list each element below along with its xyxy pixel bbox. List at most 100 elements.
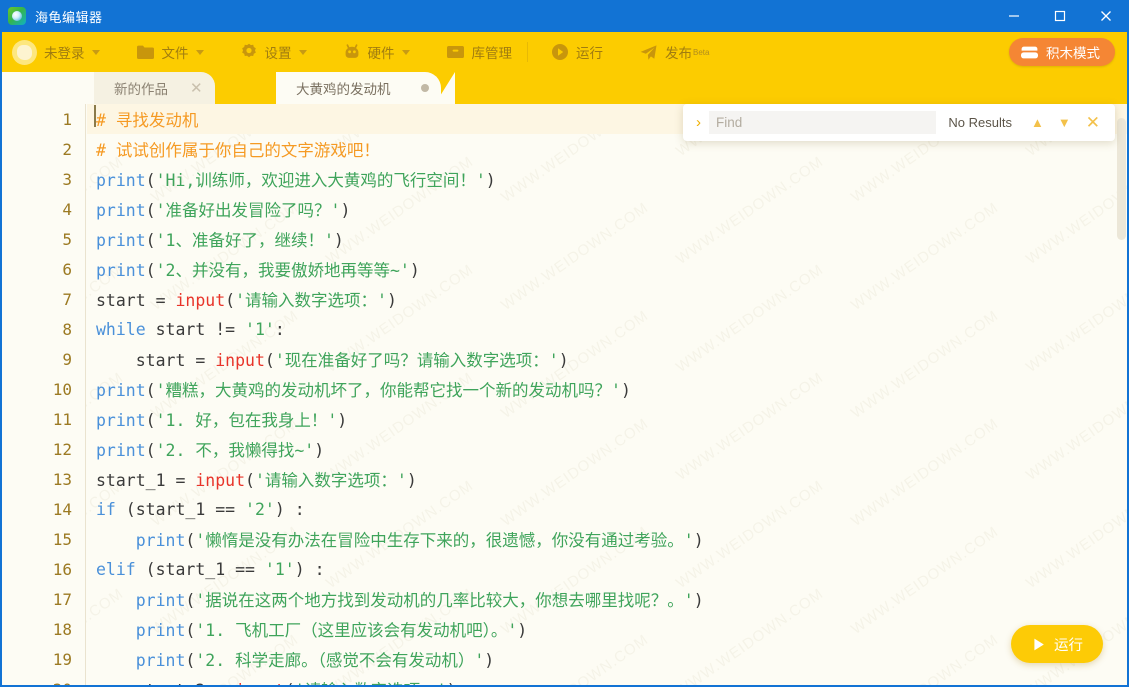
code-line[interactable]: 16 elif (start_1 == '1') :: [2, 554, 1127, 584]
code-line[interactable]: 13 start_1 = input('请输入数字选项：'): [2, 464, 1127, 494]
code-token: '现在准备好了吗？请输入数字选项：': [274, 351, 559, 370]
code-line[interactable]: 15 print('懒惰是没有办法在冒险中生存下来的，很遗憾，你没有通过考验。'…: [2, 524, 1127, 554]
arrow-up-icon[interactable]: ▲: [1024, 116, 1051, 129]
code-token: (: [145, 411, 156, 430]
scrollbar-thumb[interactable]: [1117, 118, 1126, 240]
code-text[interactable]: print('准备好出发冒险了吗？'): [86, 197, 350, 221]
code-token: '糟糕，大黄鸡的发动机坏了，你能帮它找一个新的发动机吗？': [155, 381, 621, 400]
code-token: ): [409, 261, 420, 280]
code-token: (: [145, 231, 156, 250]
code-text[interactable]: elif (start_1 == '1') :: [86, 560, 325, 579]
line-number: 1: [62, 109, 72, 129]
code-line[interactable]: 12 print('2. 不，我懒得找~'): [2, 434, 1127, 464]
arrow-down-icon[interactable]: ▼: [1051, 116, 1078, 129]
code-line[interactable]: 11 print('1. 好，包在我身上！'): [2, 404, 1127, 434]
code-text[interactable]: while start != '1':: [86, 320, 285, 339]
line-number: 19: [52, 649, 72, 669]
code-text[interactable]: # 寻找发动机: [86, 105, 198, 131]
code-token: '2': [245, 499, 275, 519]
code-line[interactable]: 3 print('Hi,训练师，欢迎进入大黄鸡的飞行空间！'): [2, 164, 1127, 194]
tab-label: 新的作品: [114, 82, 168, 97]
code-text[interactable]: start_1 = input('请输入数字选项：'): [86, 467, 417, 491]
code-line[interactable]: 20 start_2 = input('请输入数字选项：'): [2, 674, 1127, 686]
code-token: '2、并没有，我要傲娇地再等等~': [155, 261, 410, 280]
code-text[interactable]: start_2 = input('请输入数字选项：'): [86, 677, 457, 685]
code-token: (: [185, 531, 196, 550]
code-token: (: [285, 681, 295, 685]
code-text[interactable]: print('糟糕，大黄鸡的发动机坏了，你能帮它找一个新的发动机吗？'): [86, 377, 631, 401]
code-line[interactable]: 5 print('1、准备好了，继续！'): [2, 224, 1127, 254]
close-icon[interactable]: ✕: [190, 81, 203, 96]
code-line[interactable]: 19 print('2. 科学走廊。（感觉不会有发动机）'): [2, 644, 1127, 674]
code-token: 'Hi,训练师，欢迎进入大黄鸡的飞行空间！': [155, 171, 486, 190]
code-token: ): [485, 171, 496, 190]
close-icon[interactable]: ✕: [1078, 114, 1106, 131]
code-text[interactable]: print('Hi,训练师，欢迎进入大黄鸡的飞行空间！'): [86, 167, 496, 191]
account-menu[interactable]: 未登录: [2, 32, 111, 72]
code-text[interactable]: print('2. 科学走廊。（感觉不会有发动机）'): [86, 647, 494, 671]
code-text[interactable]: # 试试创作属于你自己的文字游戏吧！: [86, 137, 380, 161]
code-token: '1. 飞机工厂（这里应该会有发动机吧）。': [195, 621, 518, 640]
code-line[interactable]: 9 start = input('现在准备好了吗？请输入数字选项：'): [2, 344, 1127, 374]
code-token: ): [406, 471, 417, 490]
minimize-button[interactable]: [991, 0, 1037, 32]
code-token: (: [145, 171, 156, 190]
block-mode-button[interactable]: 积木模式: [1009, 38, 1115, 66]
code-line[interactable]: 10 print('糟糕，大黄鸡的发动机坏了，你能帮它找一个新的发动机吗？'): [2, 374, 1127, 404]
menu-publish[interactable]: 发布 Beta: [628, 32, 720, 72]
code-text[interactable]: start = input('请输入数字选项：'): [86, 287, 397, 311]
code-line[interactable]: 18 print('1. 飞机工厂（这里应该会有发动机吧）。'): [2, 614, 1127, 644]
code-text[interactable]: print('1. 好，包在我身上！'): [86, 407, 347, 431]
code-text[interactable]: if (start_1 == '2') :: [86, 500, 305, 519]
code-editor[interactable]: WWW.WEIDOWN.COM WWW.WEIDOWN.COM WWW.WEIDOW…: [2, 104, 1127, 685]
code-token: '2. 科学走廊。（感觉不会有发动机）': [195, 651, 485, 670]
code-token: (: [185, 651, 196, 670]
code-text[interactable]: print('2. 不，我懒得找~'): [86, 437, 324, 461]
code-line[interactable]: 17 print('据说在这两个地方找到发动机的几率比较大，你想去哪里找呢？。'…: [2, 584, 1127, 614]
tab-new-project[interactable]: 新的作品 ✕: [94, 72, 215, 104]
tab-dahuangji-engine[interactable]: 大黄鸡的发动机: [276, 72, 454, 104]
close-button[interactable]: [1083, 0, 1127, 32]
code-text[interactable]: start = input('现在准备好了吗？请输入数字选项：'): [86, 347, 569, 371]
code-line[interactable]: 7 start = input('请输入数字选项：'): [2, 284, 1127, 314]
code-token: '1、准备好了，继续！': [155, 231, 334, 250]
hardware-icon: [343, 43, 361, 61]
find-bar[interactable]: › No Results ▲ ▼ ✕: [683, 104, 1115, 141]
code-token: input: [215, 351, 265, 370]
code-token: (: [245, 471, 255, 490]
code-token: if: [96, 499, 116, 519]
code-token: (: [185, 591, 196, 610]
code-token: ): [340, 201, 351, 220]
menu-file[interactable]: 文件: [125, 32, 215, 72]
code-token: '懒惰是没有办法在冒险中生存下来的，很遗憾，你没有通过考验。': [195, 531, 694, 550]
search-input[interactable]: [709, 111, 937, 134]
code-line[interactable]: 4 print('准备好出发冒险了吗？'): [2, 194, 1127, 224]
code-line[interactable]: 8 while start != '1':: [2, 314, 1127, 344]
code-text[interactable]: print('据说在这两个地方找到发动机的几率比较大，你想去哪里找呢？。'): [86, 587, 704, 611]
code-token: ): [447, 681, 457, 685]
menu-library[interactable]: 库管理: [435, 32, 524, 72]
run-button[interactable]: 运行: [1011, 625, 1103, 663]
menu-run[interactable]: 运行: [540, 32, 614, 72]
unsaved-dot-icon: [420, 84, 429, 92]
code-text[interactable]: print('2、并没有，我要傲娇地再等等~'): [86, 257, 420, 281]
editor-scrollbar[interactable]: [1116, 104, 1127, 685]
code-text[interactable]: print('1、准备好了，继续！'): [86, 227, 344, 251]
code-line[interactable]: 6 print('2、并没有，我要傲娇地再等等~'): [2, 254, 1127, 284]
maximize-button[interactable]: [1037, 0, 1083, 32]
line-number: 4: [62, 199, 72, 219]
menu-hardware[interactable]: 硬件: [332, 32, 421, 72]
code-lines[interactable]: 1 # 寻找发动机 2 # 试试创作属于你自己的文字游戏吧！ 3 print('Hi,训练…: [2, 104, 1127, 685]
code-token: '请输入数字选项：': [254, 471, 407, 490]
menu-settings[interactable]: 设置: [229, 32, 318, 72]
code-text[interactable]: print('1. 飞机工厂（这里应该会有发动机吧）。'): [86, 617, 527, 641]
code-text[interactable]: print('懒惰是没有办法在冒险中生存下来的，很遗憾，你没有通过考验。'): [86, 527, 704, 551]
chevron-right-icon[interactable]: ›: [692, 114, 709, 131]
code-line[interactable]: 14 if (start_1 == '2') :: [2, 494, 1127, 524]
code-token: print: [96, 231, 146, 250]
code-token: (: [225, 291, 236, 310]
line-number: 6: [62, 259, 72, 279]
line-number: 18: [52, 619, 72, 639]
chevron-down-icon: [298, 49, 307, 55]
